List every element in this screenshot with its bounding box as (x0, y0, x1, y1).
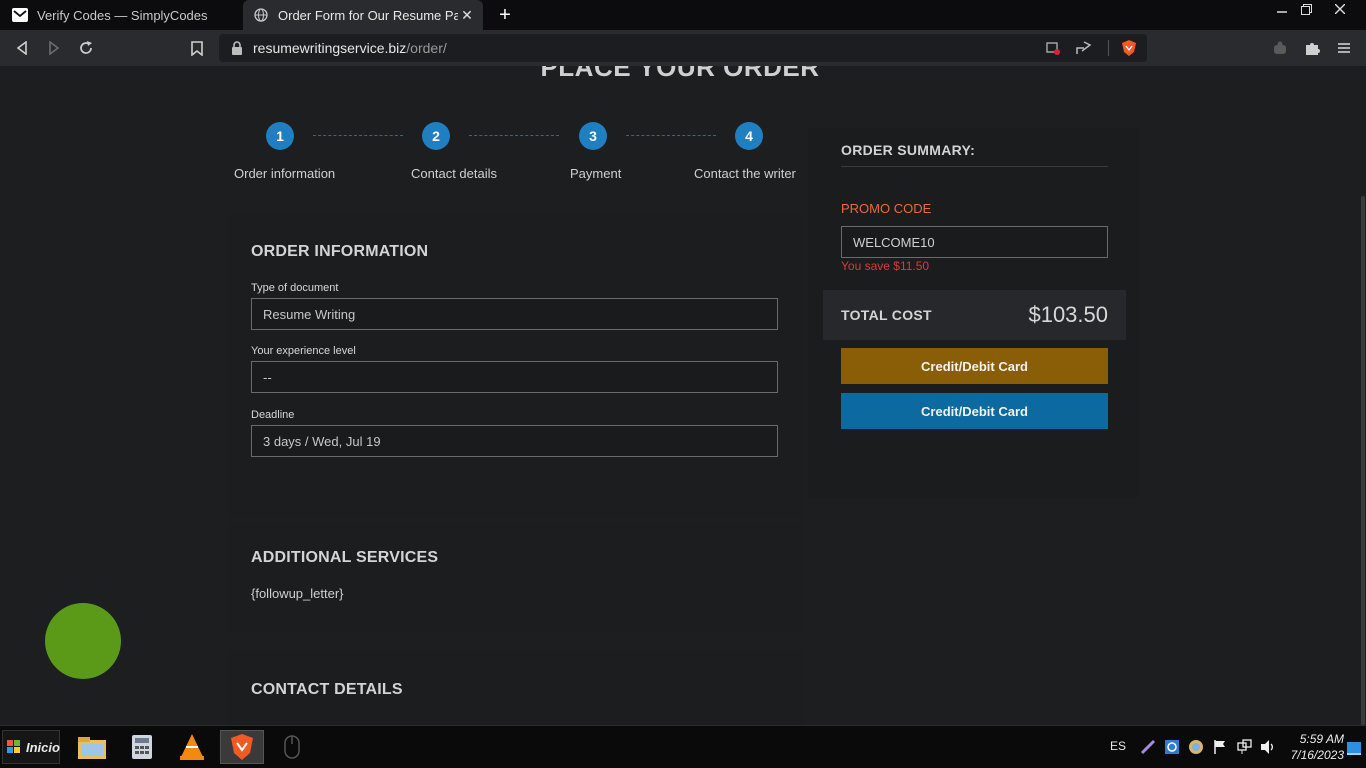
divider (1108, 40, 1109, 56)
bookmark-icon[interactable] (187, 38, 207, 58)
tab-bar: Verify Codes — SimplyCodes Order Form fo… (0, 0, 1366, 30)
media-blocked-icon[interactable] (1043, 38, 1063, 58)
tab-title: Order Form for Our Resume Packa (278, 7, 458, 23)
language-indicator[interactable]: ES (1110, 739, 1126, 753)
action-center-flag-icon[interactable] (1212, 739, 1228, 755)
minimize-icon[interactable] (1269, 0, 1295, 18)
followup-letter-text: {followup_letter} (251, 586, 344, 601)
system-clock[interactable]: 5:59 AM 7/16/2023 (1291, 731, 1344, 763)
taskbar: Inicio ES 5:59 AM 7/16/2023 (0, 725, 1366, 768)
document-type-select[interactable]: Resume Writing (251, 298, 778, 330)
restore-icon[interactable] (1293, 0, 1319, 18)
start-label: Inicio (26, 739, 60, 755)
contact-details-heading: CONTACT DETAILS (251, 681, 403, 698)
vlc-icon[interactable] (170, 730, 214, 764)
network-icon[interactable] (1236, 739, 1252, 755)
document-type-label: Type of document (251, 282, 339, 294)
close-window-icon[interactable] (1327, 0, 1353, 18)
browser-toolbar: resumewritingservice.biz/order/ (0, 30, 1366, 66)
step-3-circle[interactable]: 3 (579, 122, 607, 150)
step-4-label: Contact the writer (694, 166, 796, 181)
chat-widget-button[interactable] (45, 603, 121, 679)
close-tab-icon[interactable]: ✕ (459, 7, 475, 23)
new-tab-button[interactable]: + (495, 5, 515, 25)
experience-level-select[interactable]: -- (251, 361, 778, 393)
show-desktop-icon[interactable] (1346, 740, 1362, 756)
url-text: resumewritingservice.biz/order/ (253, 40, 447, 56)
additional-services-section (228, 524, 803, 632)
network-globe-icon[interactable] (1188, 739, 1204, 755)
step-connector (626, 135, 716, 136)
step-1-circle[interactable]: 1 (266, 122, 294, 150)
step-1-label: Order information (234, 166, 336, 181)
address-bar[interactable]: resumewritingservice.biz/order/ (219, 34, 1147, 62)
rewards-icon[interactable] (1270, 38, 1290, 58)
pay-card-button-secondary[interactable]: Credit/Debit Card (841, 393, 1108, 429)
promo-saving-text: You save $11.50 (841, 259, 930, 273)
page-content: PLACE YOUR ORDER 1 2 3 4 Order informati… (0, 66, 1366, 725)
page-scrollbar[interactable] (1358, 66, 1366, 725)
total-cost-label: TOTAL COST (841, 307, 932, 323)
additional-services-heading: ADDITIONAL SERVICES (251, 549, 439, 566)
deadline-label: Deadline (251, 409, 295, 421)
promo-code-input[interactable]: WELCOME10 (841, 226, 1108, 258)
step-2-circle[interactable]: 2 (422, 122, 450, 150)
globe-icon (253, 7, 269, 23)
step-connector (313, 135, 403, 136)
calculator-icon[interactable] (120, 730, 164, 764)
scrollbar-thumb[interactable] (1361, 196, 1365, 725)
tab-title: Verify Codes — SimplyCodes (37, 7, 208, 23)
lock-icon (231, 41, 243, 55)
divider (841, 166, 1108, 167)
pay-card-button-primary[interactable]: Credit/Debit Card (841, 348, 1108, 384)
clock-time: 5:59 AM (1299, 732, 1344, 746)
extensions-icon[interactable] (1302, 38, 1322, 58)
page-title: PLACE YOUR ORDER (540, 66, 820, 82)
menu-icon[interactable] (1334, 38, 1354, 58)
tab-order-form[interactable]: Order Form for Our Resume Packa ✕ (243, 0, 483, 30)
order-summary-heading: ORDER SUMMARY: (841, 142, 976, 158)
mouse-icon[interactable] (270, 730, 314, 764)
windows-logo-icon (7, 740, 21, 754)
brave-shield-icon[interactable] (1119, 38, 1139, 58)
deadline-select[interactable]: 3 days / Wed, Jul 19 (251, 425, 778, 457)
mail-icon (12, 7, 28, 23)
step-2-label: Contact details (411, 166, 497, 181)
forward-icon[interactable] (44, 38, 64, 58)
brave-browser-icon[interactable] (220, 730, 264, 764)
promo-code-label: PROMO CODE (841, 201, 932, 216)
tab-verify-codes[interactable]: Verify Codes — SimplyCodes (0, 0, 240, 30)
reload-icon[interactable] (76, 38, 96, 58)
total-cost-value: $103.50 (1028, 302, 1108, 327)
back-icon[interactable] (12, 38, 32, 58)
start-button[interactable]: Inicio (2, 730, 60, 764)
step-4-circle[interactable]: 4 (735, 122, 763, 150)
pen-icon[interactable] (1140, 739, 1156, 755)
share-icon[interactable] (1074, 38, 1094, 58)
clock-date: 7/16/2023 (1290, 748, 1344, 762)
order-information-heading: ORDER INFORMATION (251, 243, 429, 260)
file-explorer-icon[interactable] (70, 730, 114, 764)
step-3-label: Payment (570, 166, 622, 181)
step-connector (469, 135, 559, 136)
volume-icon[interactable] (1260, 739, 1276, 755)
experience-level-label: Your experience level (251, 345, 356, 357)
security-icon[interactable] (1164, 739, 1180, 755)
